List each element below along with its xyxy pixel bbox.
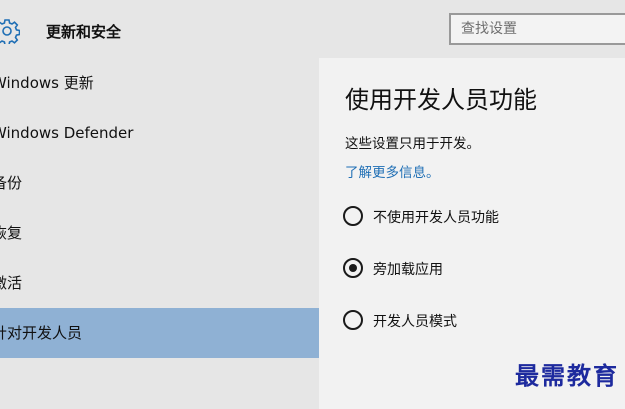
settings-window: 更新和安全 Windows 更新 Windows Defender 备份 恢复 … xyxy=(0,0,625,409)
sidebar-item-recovery[interactable]: 恢复 xyxy=(0,208,319,258)
sidebar-item-label: 激活 xyxy=(0,274,23,292)
sidebar: Windows 更新 Windows Defender 备份 恢复 激活 针对开… xyxy=(0,58,319,409)
sidebar-item-for-developers[interactable]: 针对开发人员 xyxy=(0,308,319,358)
section-description: 这些设置只用于开发。 xyxy=(345,136,480,152)
learn-more-link[interactable]: 了解更多信息。 xyxy=(345,161,440,181)
sidebar-item-activation[interactable]: 激活 xyxy=(0,258,319,308)
radio-label: 不使用开发人员功能 xyxy=(373,210,499,226)
radio-label: 旁加载应用 xyxy=(373,262,443,278)
sidebar-item-label: 备份 xyxy=(0,174,23,192)
sidebar-item-label: Windows 更新 xyxy=(0,74,94,92)
search-box[interactable] xyxy=(449,13,625,45)
sidebar-item-windows-update[interactable]: Windows 更新 xyxy=(0,58,319,108)
radio-button[interactable] xyxy=(343,310,363,330)
radio-button[interactable] xyxy=(343,206,363,226)
radio-label: 开发人员模式 xyxy=(373,314,457,330)
radio-button[interactable] xyxy=(343,258,363,278)
sidebar-item-backup[interactable]: 备份 xyxy=(0,158,319,208)
page-title: 更新和安全 xyxy=(46,23,122,41)
sidebar-item-label: 针对开发人员 xyxy=(0,324,83,342)
sidebar-item-label: Windows Defender xyxy=(0,124,134,142)
section-title: 使用开发人员功能 xyxy=(345,86,537,114)
watermark: 最需教育 xyxy=(515,361,619,390)
main-content: 使用开发人员功能 这些设置只用于开发。 了解更多信息。 不使用开发人员功能 旁加… xyxy=(319,58,625,409)
search-input[interactable] xyxy=(451,15,621,43)
sidebar-item-windows-defender[interactable]: Windows Defender xyxy=(0,108,319,158)
header: 更新和安全 xyxy=(0,0,625,58)
radio-selected-dot xyxy=(349,264,357,272)
sidebar-item-label: 恢复 xyxy=(0,224,23,242)
gear-icon xyxy=(0,19,20,44)
